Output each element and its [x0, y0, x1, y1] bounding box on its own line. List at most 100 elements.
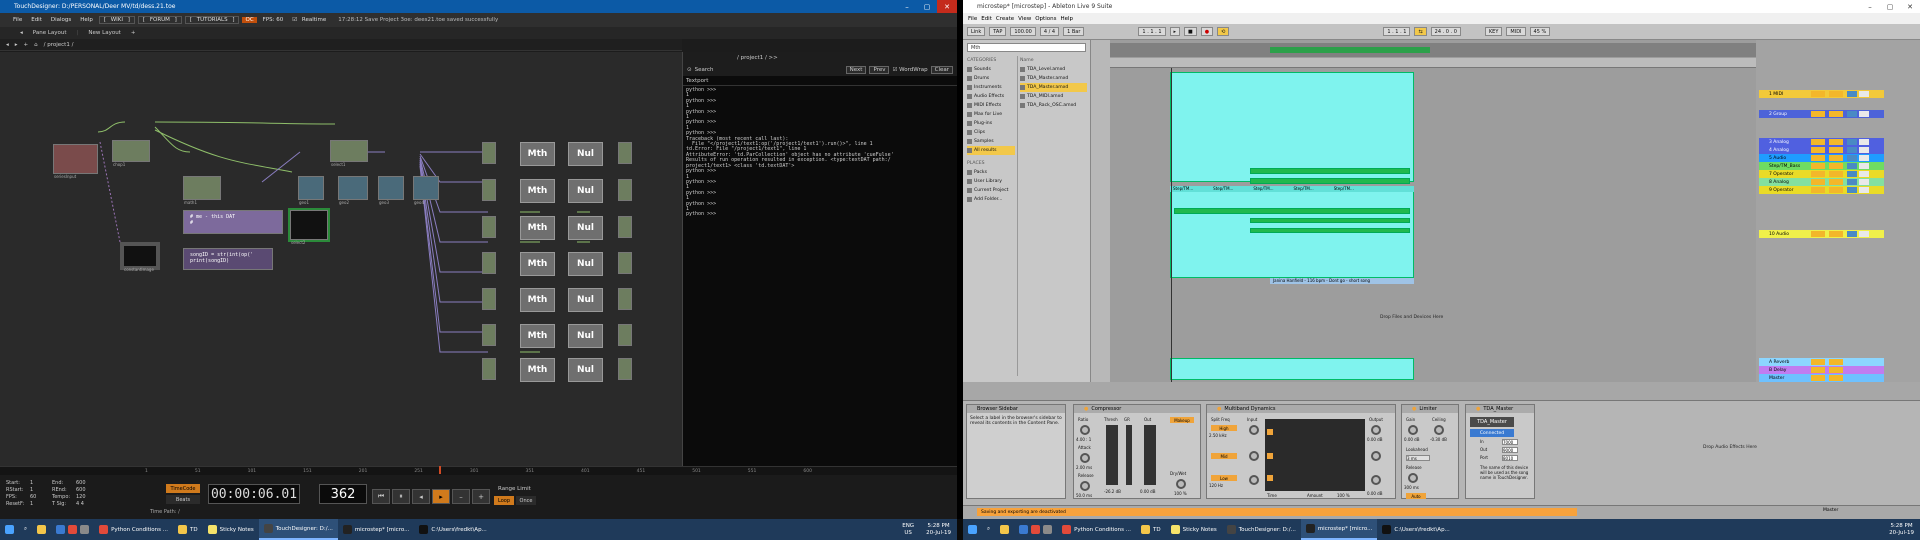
makeup-toggle[interactable]: Makeup	[1170, 417, 1194, 423]
song-clip-label[interactable]: Janina Hanfield - 116 bpm - Dont go - sh…	[1270, 278, 1414, 284]
taskbar-app-td[interactable]: TD	[173, 519, 203, 540]
limiter-device[interactable]: ● Limiter Gain 0.00 dB Ceiling -0.30 dB L…	[1401, 404, 1459, 499]
maximize-button[interactable]: ▢	[917, 0, 937, 13]
track-group[interactable]: 2 Group	[1759, 110, 1884, 118]
port-extra[interactable]: 8010	[1502, 455, 1518, 461]
taskbar-app-sticky[interactable]: Sticky Notes	[1166, 519, 1222, 540]
node-top-source[interactable]: seriesInput	[53, 144, 98, 179]
beats-toggle[interactable]: Beats	[166, 495, 200, 504]
arrangement-view[interactable]: Step/TM... Step/TM... Step/TM... Step/TM...…	[1110, 40, 1756, 382]
menu-help[interactable]: Help	[1060, 16, 1073, 22]
file-item[interactable]: TDA_Level.amxd	[1020, 65, 1087, 74]
loop-start[interactable]: 1 . 1 . 1	[1383, 27, 1411, 36]
null-node[interactable]: Nul	[568, 179, 603, 203]
track-analog-3[interactable]: 3 Analog	[1759, 138, 1884, 146]
file-explorer-icon[interactable]	[995, 519, 1014, 540]
track-analog-8[interactable]: 8 Analog	[1759, 178, 1884, 186]
input-mid-knob[interactable]	[1249, 451, 1259, 461]
place-user-library[interactable]: User Library	[967, 177, 1015, 186]
node-text-dat[interactable]: # me - this DAT #	[183, 210, 283, 234]
node-chop-out[interactable]	[618, 252, 632, 274]
menu-file[interactable]: File	[968, 16, 977, 22]
track-audio-5[interactable]: 5 Audio	[1759, 154, 1884, 162]
place-packs[interactable]: Packs	[967, 168, 1015, 177]
windows-start-icon[interactable]	[0, 519, 19, 540]
math-node[interactable]: Mth	[520, 179, 555, 203]
close-button[interactable]: ✕	[937, 0, 957, 13]
node-script-dat[interactable]: songID = str(int(op(' print(songID)	[183, 248, 273, 270]
maximize-button[interactable]: ▢	[1880, 0, 1900, 13]
midi-button[interactable]: MIDI	[1506, 27, 1526, 36]
network-path[interactable]: / project1 /	[44, 42, 74, 48]
track-reverb[interactable]: A Reverb	[1759, 358, 1884, 366]
menu-create[interactable]: Create	[996, 16, 1014, 22]
wordwrap-checkbox[interactable]: ☑ WordWrap	[892, 67, 927, 73]
track-operator-7[interactable]: 7 Operator	[1759, 170, 1884, 178]
lookahead-select[interactable]: 3 ms	[1406, 455, 1430, 461]
low-band-toggle[interactable]: Low	[1211, 475, 1237, 481]
multiband-display[interactable]	[1265, 419, 1365, 491]
thresh-meter[interactable]	[1106, 425, 1118, 485]
null-node[interactable]: Nul	[568, 216, 603, 240]
punch-button[interactable]: ⇆	[1414, 27, 1427, 36]
track-audio-10[interactable]: 10 Audio	[1759, 230, 1884, 238]
gain-knob[interactable]	[1408, 425, 1418, 435]
power-icon[interactable]: ●	[1412, 406, 1416, 412]
category-midi-effects[interactable]: MIDI Effects	[967, 101, 1015, 110]
connected-status[interactable]: Connected	[1470, 429, 1514, 437]
frame-display[interactable]: 362	[319, 484, 367, 504]
math-node[interactable]: Mth	[520, 142, 555, 166]
midi-clip-region[interactable]	[1170, 72, 1414, 182]
search-label[interactable]: Search	[695, 67, 843, 73]
math-node[interactable]: Mth	[520, 288, 555, 312]
taskbar-app-sticky[interactable]: Sticky Notes	[203, 519, 259, 540]
timecode-toggle[interactable]: TimeCode	[166, 484, 200, 493]
tda-master-device[interactable]: ● TDA_Master TDA_Master Connected In 7000…	[1465, 404, 1535, 499]
node-chop-row[interactable]	[482, 142, 496, 164]
node-sop-2[interactable]: geo2	[338, 176, 368, 205]
menu-edit[interactable]: Edit	[28, 17, 45, 23]
menu-dialogs[interactable]: Dialogs	[48, 17, 74, 23]
close-button[interactable]: ✕	[1900, 0, 1920, 13]
wiki-button[interactable]: [ WIKI ]	[98, 16, 135, 24]
taskbar-app-ableton[interactable]: microstep* [micro...	[1300, 519, 1378, 540]
category-plugins[interactable]: Plug-ins	[967, 119, 1015, 128]
play-icon[interactable]: ▸	[432, 489, 450, 504]
node-sop-3[interactable]: geo3	[378, 176, 404, 205]
textport-tab[interactable]: Textport	[683, 76, 957, 86]
null-node[interactable]: Nul	[568, 288, 603, 312]
quantize-menu[interactable]: 1 Bar	[1063, 27, 1085, 36]
pane-layout-tab[interactable]: Pane Layout	[33, 30, 67, 36]
file-item-selected[interactable]: TDA_Master.amxd	[1020, 83, 1087, 92]
return-clip-region[interactable]	[1170, 358, 1414, 380]
stop-button[interactable]: ■	[1184, 27, 1197, 36]
file-item[interactable]: TDA_MIDI.amxd	[1020, 92, 1087, 101]
node-chop-row[interactable]	[482, 288, 496, 310]
math-node[interactable]: Mth	[520, 358, 555, 382]
node-chop-out[interactable]	[618, 288, 632, 310]
input-high-knob[interactable]	[1249, 425, 1259, 435]
out-meter[interactable]	[1144, 425, 1156, 485]
realtime-toggle[interactable]: ☑ Realtime	[289, 17, 332, 23]
category-audio-effects[interactable]: Audio Effects	[967, 92, 1015, 101]
key-button[interactable]: KEY	[1484, 27, 1503, 36]
node-chop-2[interactable]: select1	[330, 140, 368, 167]
oc-badge[interactable]: OC	[242, 17, 257, 23]
timecode-display[interactable]: 00:00:06.01	[208, 484, 300, 504]
release-knob[interactable]	[1080, 481, 1090, 491]
node-chop-row[interactable]	[482, 324, 496, 346]
category-instruments[interactable]: Instruments	[967, 83, 1015, 92]
record-button[interactable]: ●	[1200, 27, 1214, 36]
math-node[interactable]: Mth	[520, 216, 555, 240]
clear-button[interactable]: Clear	[930, 66, 953, 74]
back-icon[interactable]: ◂	[6, 42, 9, 48]
release-knob[interactable]	[1408, 473, 1418, 483]
time-path[interactable]: Time Path: /	[150, 509, 180, 515]
home-icon[interactable]: ⌂	[34, 42, 38, 48]
file-explorer-icon[interactable]	[32, 519, 51, 540]
input-low-knob[interactable]	[1249, 475, 1259, 485]
add-icon[interactable]: +	[24, 42, 29, 48]
file-item[interactable]: TDA_Master.amxd	[1020, 74, 1087, 83]
browser-search-input[interactable]: Mth	[967, 43, 1086, 52]
textport-output[interactable]: python >>> 1 python >>> 1 python >>> 1 p…	[683, 86, 957, 220]
